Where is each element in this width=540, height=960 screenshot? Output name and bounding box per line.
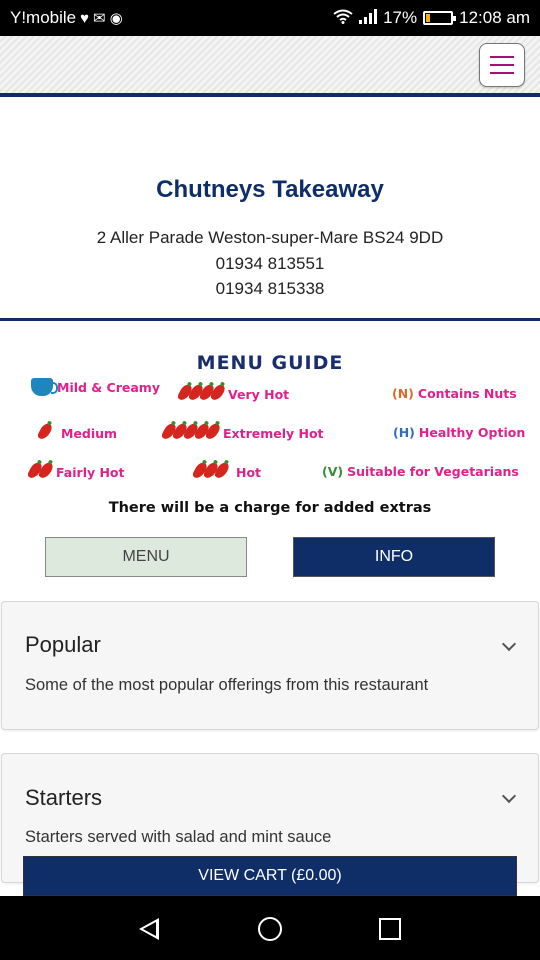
menu-guide-title: MENU GUIDE: [196, 352, 344, 374]
guide-extremely-hot-label: Extremely Hot: [223, 425, 324, 441]
home-icon[interactable]: [258, 917, 282, 941]
site-header: [0, 36, 540, 94]
extras-charge-note: There will be a charge for added extras: [108, 500, 432, 516]
mail-icon: ✉: [93, 9, 106, 27]
guide-mild: Mild & Creamy: [31, 378, 160, 396]
guide-healthy-label: Healthy Option: [418, 425, 526, 440]
view-cart-button[interactable]: VIEW CART (£0.00): [23, 856, 517, 896]
guide-medium: Medium: [36, 421, 118, 443]
hamburger-menu-icon: [490, 56, 514, 58]
guide-mild-label: Mild & Creamy: [57, 379, 160, 395]
hamburger-menu-button[interactable]: [479, 43, 525, 87]
three-chili-icon: [191, 460, 231, 482]
clock: 12:08 am: [459, 8, 530, 27]
guide-healthy-code: (H): [393, 425, 415, 440]
guide-very-hot-label: Very Hot: [228, 386, 290, 402]
battery-icon: [423, 11, 457, 25]
guide-hot: Hot: [191, 460, 262, 482]
two-chili-icon: [26, 460, 55, 482]
guide-nuts-code: (N): [392, 386, 414, 401]
restaurant-name: Chutneys Takeaway: [156, 176, 384, 203]
guide-nuts: (N) Contains Nuts: [392, 386, 517, 401]
guide-veg-code: (V): [322, 464, 344, 479]
basketball-icon: ◉: [109, 9, 123, 27]
phone-number-1[interactable]: 01934 813551: [0, 254, 540, 274]
phone-number-2[interactable]: 01934 815338: [0, 279, 540, 299]
section-title: Popular: [25, 632, 101, 657]
four-chili-icon: [176, 382, 227, 404]
guide-extremely-hot: Extremely Hot: [160, 421, 324, 443]
section-popular[interactable]: Popular Some of the most popular offerin…: [1, 601, 539, 730]
restaurant-address: 2 Aller Parade Weston-super-Mare BS24 9D…: [96, 228, 444, 247]
info-divider: [0, 318, 540, 321]
one-chili-icon: [36, 421, 54, 443]
info-button[interactable]: INFO: [293, 537, 495, 577]
status-bar: Y!mobile ♥ ✉ ◉ 17% 12:08 am: [0, 0, 540, 36]
screen: Y!mobile ♥ ✉ ◉ 17% 12:08 am Chutneys Tak…: [0, 0, 540, 960]
wifi-icon: [333, 9, 353, 27]
five-chili-icon: [160, 421, 222, 443]
guide-very-hot: Very Hot: [176, 382, 290, 404]
recent-apps-icon[interactable]: [379, 918, 401, 940]
guide-healthy: (H) Healthy Option: [393, 425, 525, 440]
guide-medium-label: Medium: [61, 425, 118, 441]
section-description: Starters served with salad and mint sauc…: [25, 828, 332, 846]
guide-veg: (V) Suitable for Vegetarians: [322, 464, 519, 479]
menu-button[interactable]: MENU: [45, 537, 247, 577]
section-description: Some of the most popular offerings from …: [25, 676, 429, 694]
chevron-down-icon[interactable]: [501, 636, 517, 652]
battery-percent: 17%: [383, 8, 418, 27]
jug-icon: [31, 378, 58, 396]
signal-icon: [359, 9, 378, 27]
guide-nuts-label: Contains Nuts: [417, 386, 517, 401]
header-divider: [0, 93, 540, 97]
guide-veg-label: Suitable for Vegetarians: [347, 464, 519, 479]
carrier-label: Y!mobile: [10, 8, 77, 27]
guide-hot-label: Hot: [236, 464, 262, 480]
guide-fairly-hot-label: Fairly Hot: [56, 464, 125, 480]
section-title: Starters: [25, 785, 103, 810]
chevron-down-icon[interactable]: [501, 788, 517, 804]
guide-fairly-hot: Fairly Hot: [26, 460, 125, 482]
heart-pulse-icon: ♥: [80, 9, 90, 27]
